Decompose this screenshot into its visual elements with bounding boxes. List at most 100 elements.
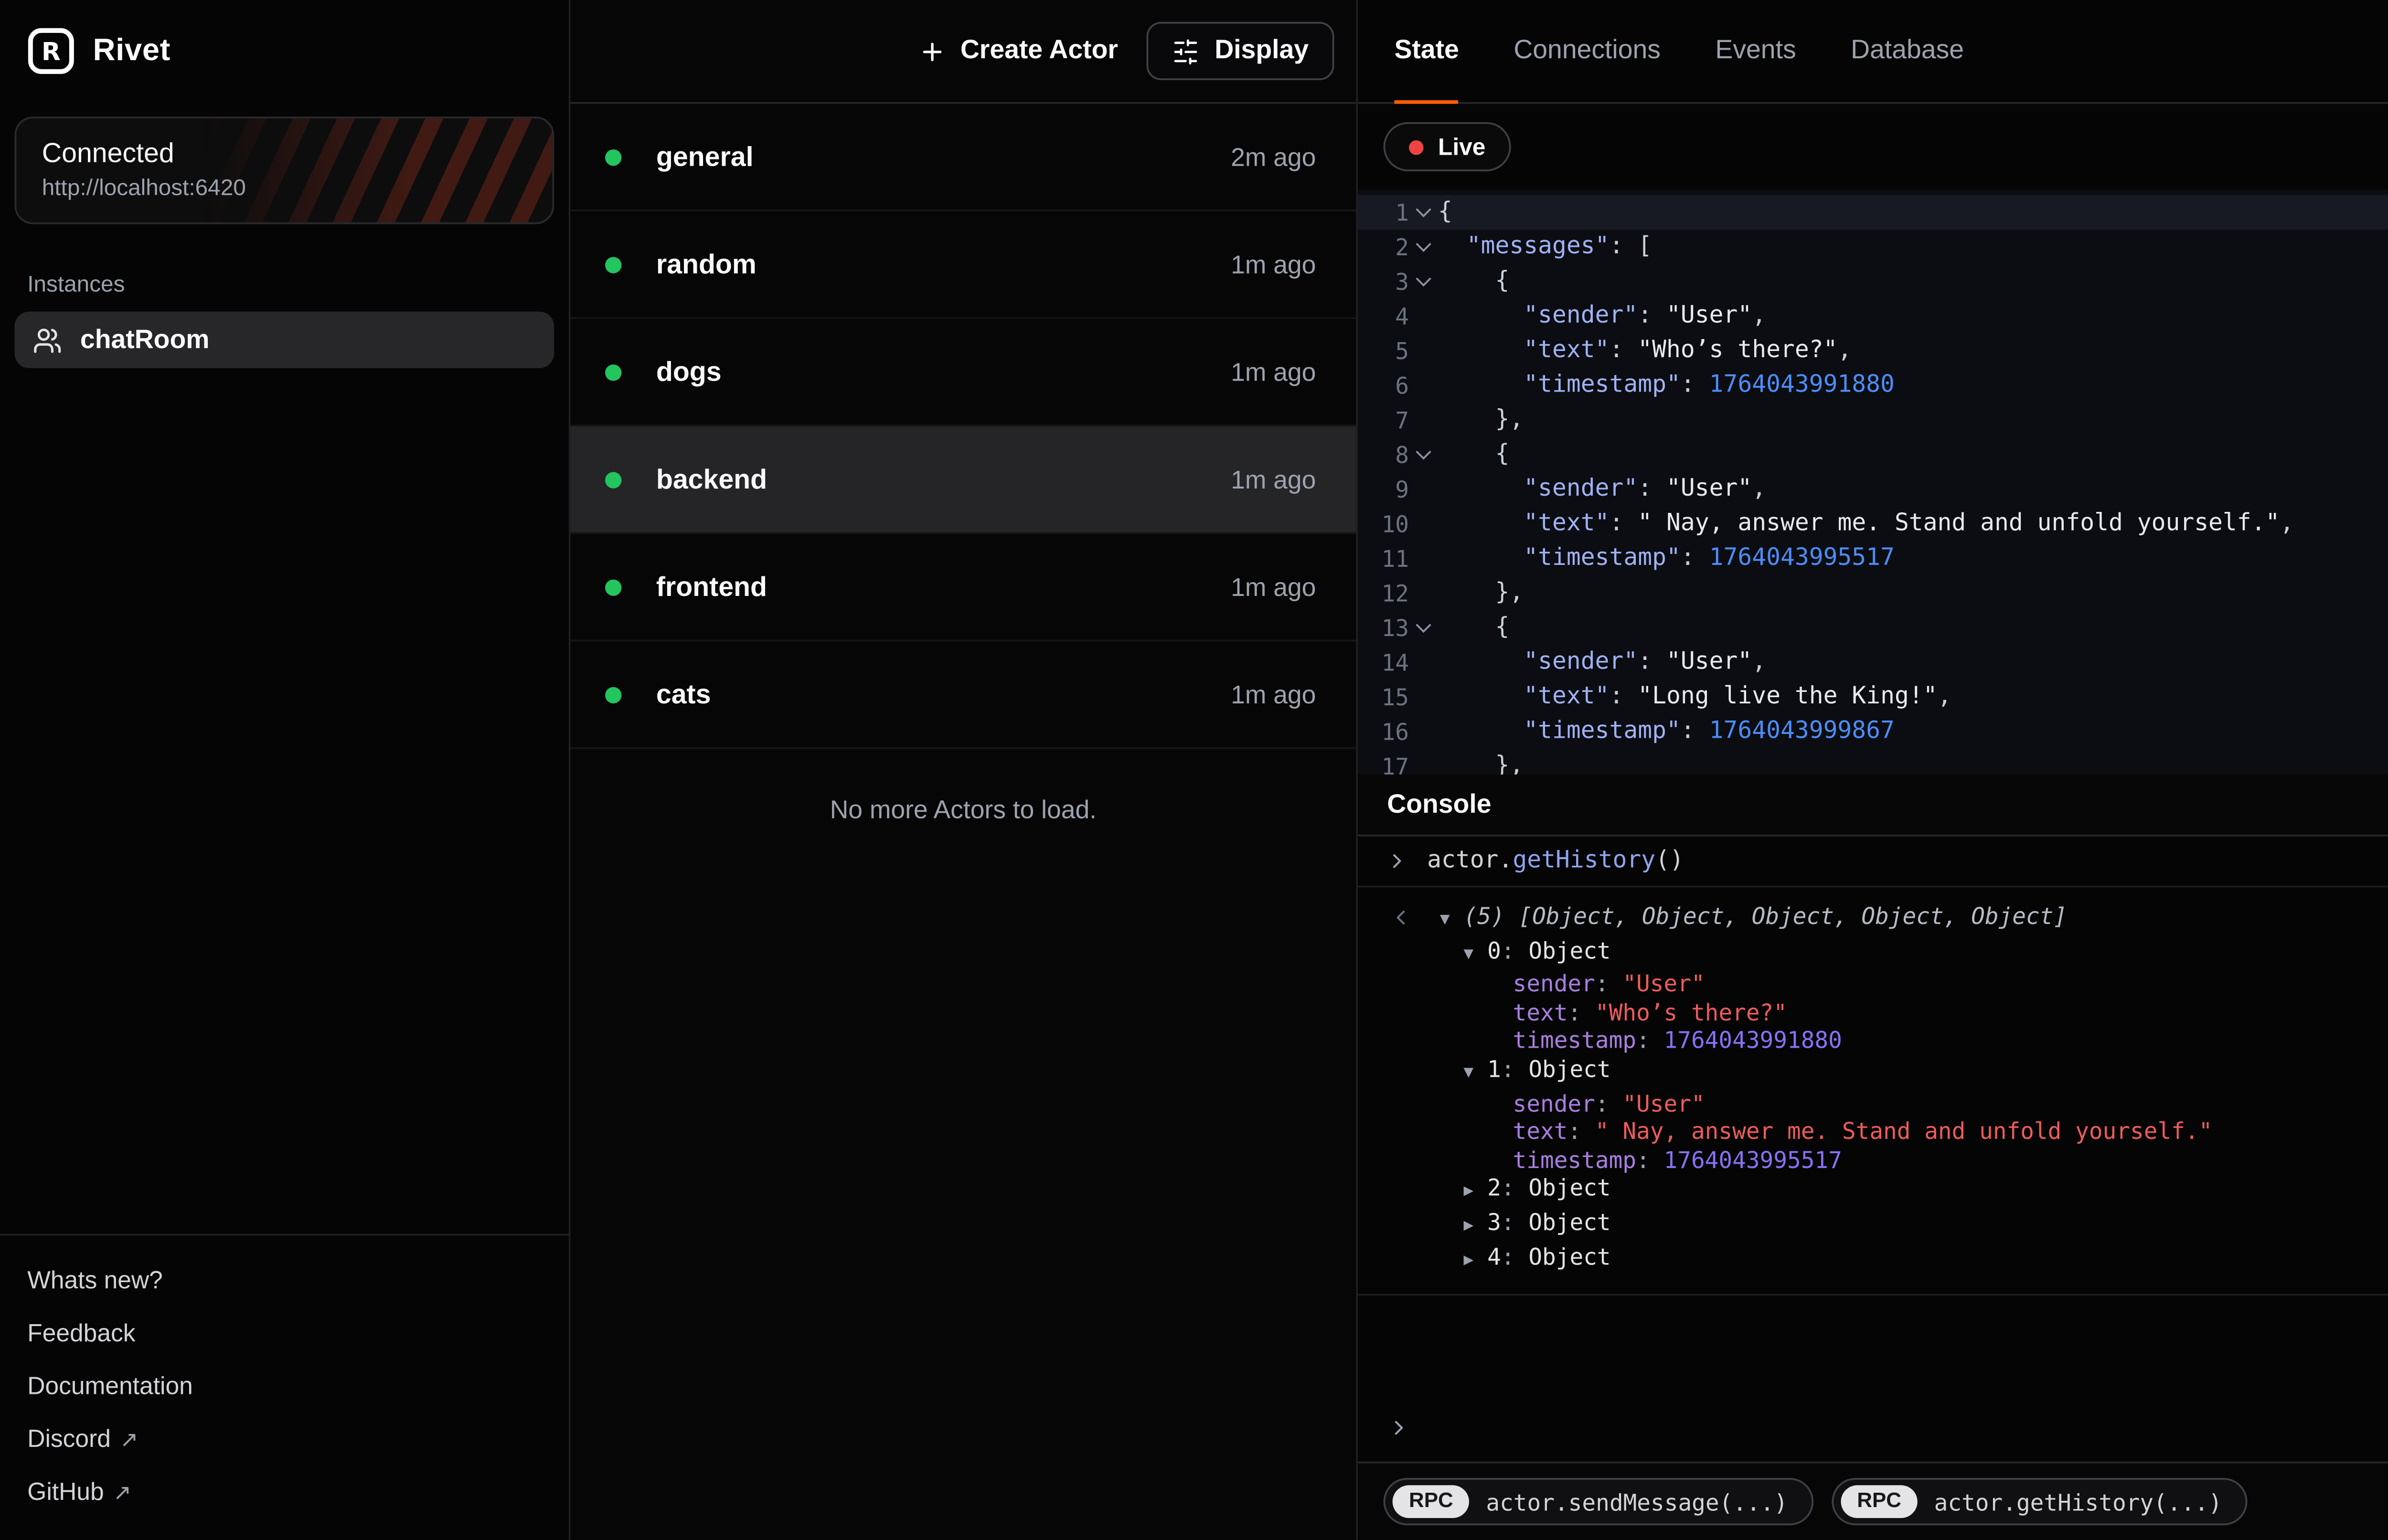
live-dot-icon [1409, 139, 1424, 154]
footer-link-github[interactable]: GitHub↗ [0, 1465, 569, 1518]
code-text: }, [1438, 749, 1524, 774]
editor-line[interactable]: 16 "timestamp": 1764043999867 [1358, 714, 2388, 749]
code-text: { [1438, 264, 1509, 299]
code-text: "timestamp": 1764043995517 [1438, 541, 1895, 576]
connection-stripes-decoration [204, 118, 552, 223]
console-entry-1[interactable]: ▼1: Object [1463, 1055, 2388, 1089]
line-number: 3 [1358, 264, 1409, 299]
console-prop-sender: sender: "User" [1513, 970, 2388, 998]
fold-chevron-icon[interactable] [1409, 452, 1438, 457]
live-label: Live [1438, 133, 1485, 160]
console-entry-0[interactable]: ▼0: Object [1463, 936, 2388, 970]
live-badge[interactable]: Live [1384, 122, 1511, 171]
line-number: 11 [1358, 541, 1409, 576]
console-command-row: actor.getHistory() [1358, 837, 2388, 888]
disclosure-collapsed-icon[interactable]: ▶ [1463, 1179, 1487, 1208]
code-text: }, [1438, 576, 1524, 611]
editor-line[interactable]: 1 { [1358, 195, 2388, 230]
console-body: actor.getHistory() ▼(5) [Object, Object,… [1358, 837, 2388, 1462]
tab-events[interactable]: Events [1715, 0, 1796, 102]
editor-line[interactable]: 14 "sender": "User", [1358, 645, 2388, 680]
console-entry-3[interactable]: ▶3: Object [1463, 1208, 2388, 1242]
footer-link-whats-new[interactable]: Whats new? [0, 1254, 569, 1307]
actor-status-dot-icon [605, 149, 621, 165]
instance-name: chatRoom [80, 325, 210, 354]
editor-line[interactable]: 7 }, [1358, 403, 2388, 437]
console-title: Console [1387, 790, 1491, 819]
instance-item-chatroom[interactable]: chatRoom [15, 312, 554, 368]
fold-chevron-icon[interactable] [1409, 244, 1438, 249]
actor-name: general [656, 141, 754, 172]
console-entry-4[interactable]: ▶4: Object [1463, 1242, 2388, 1276]
actor-row-backend[interactable]: backend 1m ago [571, 426, 1356, 534]
actor-last-updated: 1m ago [1231, 250, 1316, 279]
display-button[interactable]: Display [1147, 22, 1334, 80]
editor-line[interactable]: 6 "timestamp": 1764043991880 [1358, 368, 2388, 403]
brand-name: Rivet [93, 33, 171, 69]
actor-row-general[interactable]: general 2m ago [571, 104, 1356, 212]
tab-connections[interactable]: Connections [1514, 0, 1661, 102]
fold-chevron-icon[interactable] [1409, 210, 1438, 215]
disclosure-expanded-icon[interactable]: ▼ [1463, 1061, 1487, 1089]
console-header: Console [1358, 775, 2388, 837]
footer-link-discord[interactable]: Discord↗ [0, 1413, 569, 1466]
code-text: { [1438, 195, 1452, 230]
console-entry-2[interactable]: ▶2: Object [1463, 1174, 2388, 1208]
instances-list: chatRoom [0, 312, 569, 368]
editor-line[interactable]: 4 "sender": "User", [1358, 299, 2388, 334]
editor-line[interactable]: 10 "text": " Nay, answer me. Stand and u… [1358, 507, 2388, 542]
actor-list-panel: Create Actor Display general 2m ago rand… [571, 0, 1358, 1540]
rpc-chip-actor-gethistory[interactable]: RPC actor.getHistory(...) [1832, 1478, 2248, 1525]
actor-row-random[interactable]: random 1m ago [571, 212, 1356, 319]
disclosure-expanded-icon[interactable]: ▼ [1440, 908, 1464, 936]
rpc-chip-actor-sendmessage[interactable]: RPC actor.sendMessage(...) [1384, 1478, 1813, 1525]
line-number: 16 [1358, 714, 1409, 749]
display-label: Display [1215, 36, 1309, 65]
fold-chevron-icon[interactable] [1409, 279, 1438, 284]
line-number: 17 [1358, 749, 1409, 774]
actor-row-frontend[interactable]: frontend 1m ago [571, 534, 1356, 641]
console-result-block: ▼(5) [Object, Object, Object, Object, Ob… [1358, 888, 2388, 1296]
disclosure-expanded-icon[interactable]: ▼ [1463, 941, 1487, 970]
code-text: { [1438, 610, 1509, 645]
disclosure-collapsed-icon[interactable]: ▶ [1463, 1213, 1487, 1242]
footer-link-documentation[interactable]: Documentation [0, 1359, 569, 1413]
state-json-editor[interactable]: 1 { 2 "messages": [ 3 { 4 "sender": "Use… [1358, 190, 2388, 775]
code-text: "text": "Who’s there?", [1438, 333, 1852, 368]
console-result-summary[interactable]: ▼(5) [Object, Object, Object, Object, Ob… [1440, 902, 2388, 936]
actor-last-updated: 1m ago [1231, 357, 1316, 386]
actor-status-dot-icon [605, 686, 621, 702]
editor-line[interactable]: 12 }, [1358, 576, 2388, 611]
console-input-row[interactable] [1358, 1398, 2388, 1462]
disclosure-collapsed-icon[interactable]: ▶ [1463, 1247, 1487, 1276]
console-prop-timestamp: timestamp: 1764043991880 [1513, 1027, 2388, 1055]
editor-line[interactable]: 11 "timestamp": 1764043995517 [1358, 541, 2388, 576]
editor-line[interactable]: 8 { [1358, 437, 2388, 472]
actor-row-cats[interactable]: cats 1m ago [571, 641, 1356, 749]
tab-database[interactable]: Database [1851, 0, 1964, 102]
rpc-badge: RPC [1841, 1485, 1918, 1518]
create-actor-button[interactable]: Create Actor [900, 22, 1136, 80]
footer-link-label: Whats new? [27, 1266, 163, 1294]
editor-line[interactable]: 9 "sender": "User", [1358, 472, 2388, 507]
footer-link-label: GitHub [27, 1478, 104, 1505]
code-text: "sender": "User", [1438, 645, 1766, 680]
editor-line[interactable]: 15 "text": "Long live the King!", [1358, 680, 2388, 714]
rivet-logo-icon: R [27, 27, 75, 74]
actor-row-dogs[interactable]: dogs 1m ago [571, 319, 1356, 426]
inspector-panel: State Connections Events Database Runnin… [1358, 0, 2388, 1540]
tab-state[interactable]: State [1394, 0, 1459, 102]
editor-line[interactable]: 5 "text": "Who’s there?", [1358, 333, 2388, 368]
fold-chevron-icon[interactable] [1409, 625, 1438, 630]
actor-last-updated: 2m ago [1231, 142, 1316, 171]
editor-line[interactable]: 3 { [1358, 264, 2388, 299]
console-prop-sender: sender: "User" [1513, 1089, 2388, 1117]
footer-link-feedback[interactable]: Feedback [0, 1306, 569, 1359]
code-text: "sender": "User", [1438, 472, 1766, 507]
editor-line[interactable]: 2 "messages": [ [1358, 230, 2388, 265]
actor-name: cats [656, 679, 711, 710]
console-prop-text: text: " Nay, answer me. Stand and unfold… [1513, 1117, 2388, 1146]
editor-line[interactable]: 13 { [1358, 610, 2388, 645]
editor-line[interactable]: 17 }, [1358, 749, 2388, 774]
line-number: 13 [1358, 610, 1409, 645]
